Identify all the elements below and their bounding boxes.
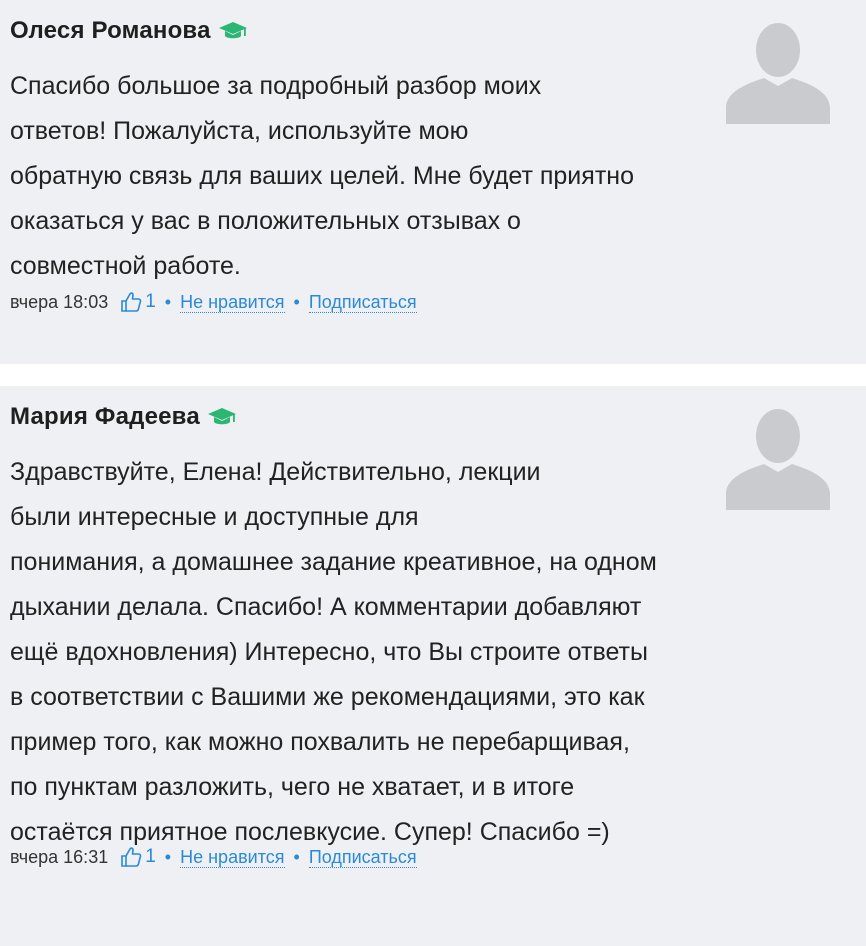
separator-dot: • <box>293 846 300 867</box>
comment-card: Олеся Романова Спасибо большое за подроб… <box>0 0 866 364</box>
like-count: 1 <box>145 846 156 867</box>
dislike-link[interactable]: Не нравится <box>180 847 285 868</box>
comment-header: Мария Фадеева <box>10 402 237 432</box>
dislike-link[interactable]: Не нравится <box>180 292 285 313</box>
separator-dot: • <box>164 291 172 312</box>
separator-dot: • <box>164 846 172 867</box>
comment-header: Олеся Романова <box>10 16 248 46</box>
comment-card: Мария Фадеева Здравствуйте, Елена! Дейст… <box>0 386 866 946</box>
subscribe-link[interactable]: Подписаться <box>308 847 417 868</box>
thumbs-up-icon <box>120 846 142 868</box>
separator-dot: • <box>293 291 300 312</box>
author-name[interactable]: Олеся Романова <box>10 17 211 45</box>
timestamp: вчера 16:31 <box>10 846 109 867</box>
comment-text: Спасибо большое за подробный разбор моих… <box>10 72 634 280</box>
like-count: 1 <box>145 291 156 312</box>
graduation-cap-icon <box>218 20 248 42</box>
subscribe-link[interactable]: Подписаться <box>308 292 417 313</box>
like-button[interactable]: 1 <box>120 291 156 313</box>
graduation-cap-icon <box>207 406 237 428</box>
comment-actions: вчера 18:03 1 • Не нравится • Подписатьс… <box>10 287 417 317</box>
comment-text: Здравствуйте, Елена! Действительно, лекц… <box>10 458 657 846</box>
timestamp: вчера 18:03 <box>10 291 109 312</box>
author-name[interactable]: Мария Фадеева <box>10 403 200 431</box>
thumbs-up-icon <box>120 291 142 313</box>
like-button[interactable]: 1 <box>120 846 156 868</box>
comment-actions: вчера 16:31 1 • Не нравится • Подписатьс… <box>10 842 417 872</box>
